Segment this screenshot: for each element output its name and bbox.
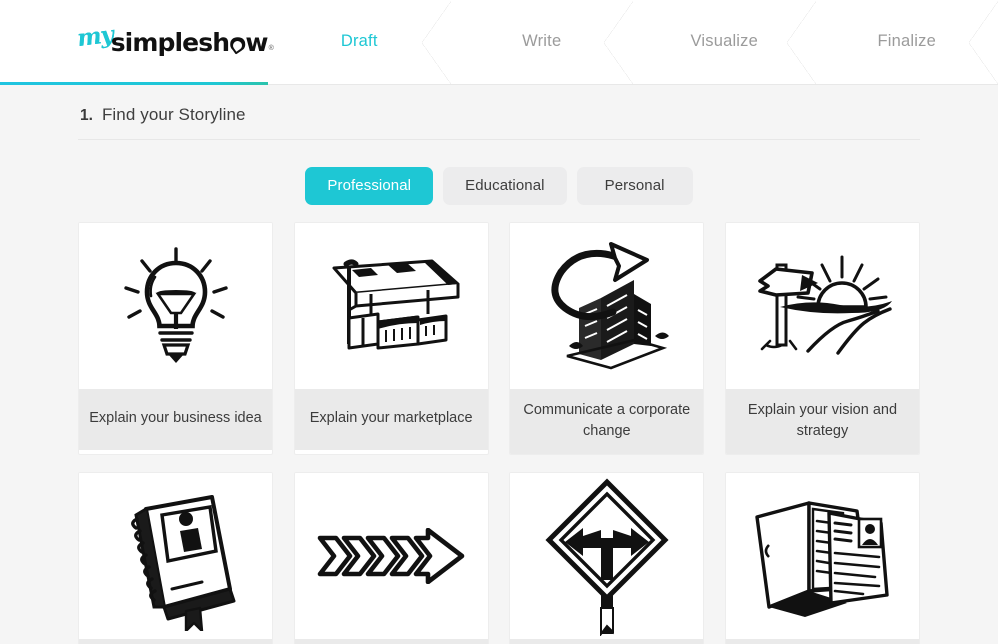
card-label	[510, 639, 704, 644]
logo-wordmark: simpleshow	[110, 28, 269, 57]
step-finalize[interactable]: Finalize	[815, 0, 998, 85]
card-illustration	[79, 223, 272, 389]
card-label: Communicate a corporate change	[510, 389, 704, 455]
junction-sign-icon	[543, 476, 671, 637]
storyline-card[interactable]	[293, 472, 489, 644]
storyline-card[interactable]	[78, 472, 273, 644]
storyline-card-grid: Explain your business idea Explain your …	[78, 222, 920, 644]
card-illustration	[725, 223, 919, 389]
section-header: 1. Find your Storyline	[78, 85, 920, 140]
storyline-card[interactable]	[509, 472, 705, 644]
category-filter-group: Professional Educational Personal	[78, 140, 920, 222]
storyline-card[interactable]: Explain your marketplace	[293, 222, 489, 456]
signpost-sunrise-icon	[746, 251, 898, 361]
card-label: Explain your marketplace	[294, 389, 488, 450]
card-illustration	[294, 473, 488, 640]
card-label	[725, 639, 919, 644]
section-number: 1.	[80, 107, 93, 124]
card-illustration	[510, 223, 704, 389]
step-draft-label: Draft	[340, 32, 378, 50]
storyline-card[interactable]	[724, 472, 920, 644]
step-finalize-label: Finalize	[877, 32, 936, 50]
trademark-symbol: ®	[268, 45, 274, 52]
storyline-card[interactable]: Communicate a corporate change	[509, 222, 705, 456]
building-arrow-icon	[539, 236, 674, 376]
logo[interactable]: my simpleshow ®	[0, 0, 274, 85]
card-label	[79, 639, 272, 644]
lightbulb-icon	[112, 241, 240, 371]
card-illustration	[510, 473, 704, 640]
market-stall-icon	[316, 244, 466, 369]
app-header: my simpleshow ® Draft Write Visualize Fi…	[0, 0, 998, 85]
open-folder-icon	[747, 491, 897, 621]
step-write-label: Write	[522, 32, 562, 50]
progress-bar	[0, 82, 268, 85]
info-book-icon	[106, 481, 246, 632]
step-visualize-label: Visualize	[690, 32, 759, 50]
card-illustration	[79, 473, 272, 640]
page-title: Find your Storyline	[101, 105, 246, 124]
card-label	[294, 639, 488, 644]
step-visualize[interactable]: Visualize	[633, 0, 816, 85]
step-breadcrumb: Draft Write Visualize Finalize	[268, 0, 998, 85]
step-draft[interactable]: Draft	[268, 0, 451, 85]
filter-personal[interactable]: Personal	[576, 167, 693, 205]
logo-simpleshow-text: simpleshow	[110, 28, 269, 57]
card-label: Explain your business idea	[79, 389, 272, 450]
step-write[interactable]: Write	[450, 0, 634, 85]
filter-educational[interactable]: Educational	[443, 167, 567, 205]
card-label: Explain your vision and strategy	[725, 389, 919, 455]
card-illustration	[294, 223, 488, 389]
logo-my-text: my	[75, 20, 115, 53]
storyline-card[interactable]: Explain your vision and strategy	[724, 222, 920, 456]
storyline-card[interactable]: Explain your business idea	[78, 222, 273, 456]
main-content: 1. Find your Storyline Professional Educ…	[0, 85, 998, 644]
card-illustration	[725, 473, 919, 640]
chevron-arrow-icon	[316, 528, 466, 585]
filter-professional[interactable]: Professional	[305, 167, 434, 205]
